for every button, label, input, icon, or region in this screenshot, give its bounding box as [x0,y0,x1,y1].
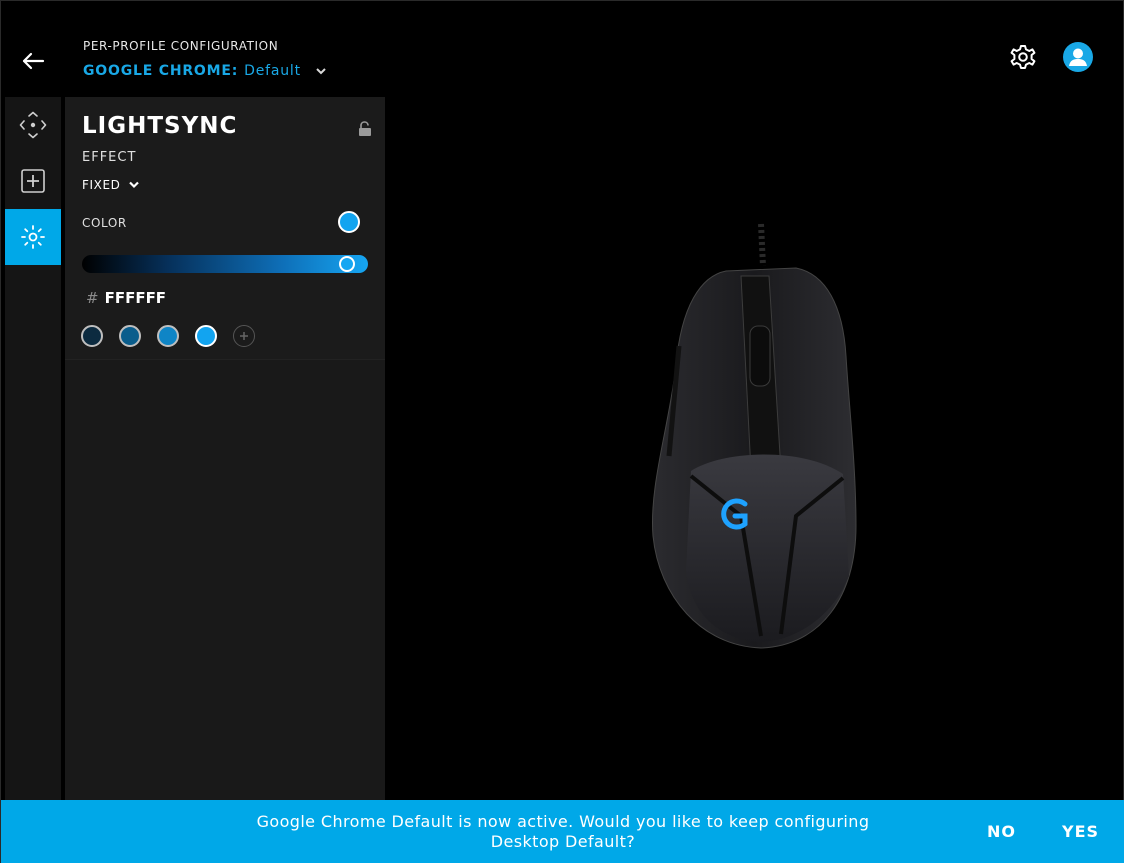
profile-app-name: GOOGLE CHROME: [83,63,239,79]
lightsync-settings: LIGHTSYNC EFFECT FIXED COLOR # FFFFFF [65,97,385,360]
brightness-slider[interactable] [82,255,368,273]
color-swatch[interactable] [157,325,179,347]
plus-circle-icon [240,332,248,340]
add-swatch-button[interactable] [233,325,255,347]
slider-thumb[interactable] [338,256,355,272]
color-swatch[interactable] [119,325,141,347]
gear-icon[interactable] [1008,42,1038,72]
add-square-icon [21,169,45,193]
user-icon[interactable] [1063,42,1093,72]
effect-label: EFFECT [82,150,137,165]
hex-value: FFFFFF [104,289,167,307]
lightsync-icon [21,225,45,249]
side-nav [5,97,61,800]
color-swatch[interactable] [195,325,217,347]
lightsync-panel: LIGHTSYNC EFFECT FIXED COLOR # FFFFFF [65,97,385,800]
yes-button[interactable]: YES [1062,822,1099,841]
move-arrows-icon [19,111,47,139]
profile-name: Default [244,63,301,79]
app-window: PER-PROFILE CONFIGURATION GOOGLE CHROME:… [0,0,1124,863]
page-subtitle: PER-PROFILE CONFIGURATION [83,39,279,53]
no-button[interactable]: NO [987,822,1016,841]
nav-assignments[interactable] [5,97,61,153]
lock-icon[interactable] [358,121,372,137]
hex-color-field[interactable]: # FFFFFF [86,289,166,307]
color-swatch[interactable] [81,325,103,347]
mouse-device-image [651,223,857,649]
notice-message: Google Chrome Default is now active. Wou… [256,812,870,851]
color-label: COLOR [82,216,127,230]
effect-value: FIXED [82,178,121,192]
color-swatches [81,325,255,347]
nav-add[interactable] [5,153,61,209]
current-color-dot[interactable] [338,211,360,233]
chevron-down-icon [129,181,140,189]
profile-switch-notice: Google Chrome Default is now active. Wou… [1,800,1124,863]
chevron-down-icon [316,68,326,75]
back-arrow-icon[interactable] [19,47,47,75]
effect-dropdown[interactable]: FIXED [82,178,140,192]
profile-selector[interactable]: GOOGLE CHROME: Default [83,63,327,79]
hex-prefix: # [86,289,99,307]
nav-lightsync[interactable] [5,209,61,265]
panel-title: LIGHTSYNC [82,113,238,139]
